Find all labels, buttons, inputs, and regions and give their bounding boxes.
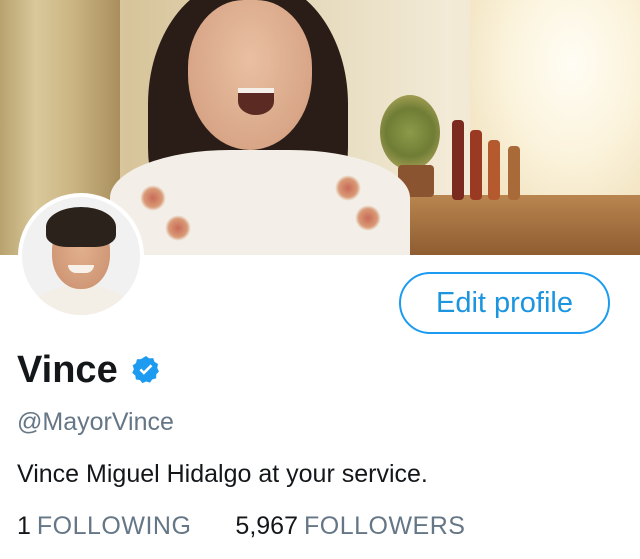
profile-page: Edit profile Vince @MayorVince Vince Mig…	[0, 0, 640, 559]
avatar-smile	[68, 265, 94, 273]
profile-handle: @MayorVince	[17, 408, 174, 436]
avatar-photo	[22, 197, 140, 315]
banner-bottle	[452, 120, 464, 200]
banner-plant	[380, 95, 440, 170]
banner-shelf	[390, 195, 640, 255]
banner-shirt-pattern	[165, 215, 191, 241]
banner-bottle	[470, 130, 482, 200]
banner-shirt-pattern	[335, 175, 361, 201]
avatar-hair	[46, 207, 116, 247]
following-stat[interactable]: 1 FOLLOWING	[17, 512, 191, 541]
following-label: FOLLOWING	[36, 512, 192, 540]
followers-count: 5,967	[235, 512, 298, 540]
verified-badge-icon	[130, 354, 162, 386]
banner-person-face	[188, 0, 312, 150]
banner-bottle	[488, 140, 500, 200]
display-name: Vince	[17, 348, 118, 391]
banner-person-mouth	[238, 88, 274, 115]
followers-stat[interactable]: 5,967 FOLLOWERS	[235, 512, 465, 541]
edit-profile-button[interactable]: Edit profile	[399, 272, 610, 334]
profile-stats: 1 FOLLOWING 5,967 FOLLOWERS	[17, 512, 509, 541]
profile-name-row: Vince	[17, 345, 162, 395]
avatar-shirt	[28, 285, 134, 315]
following-count: 1	[17, 512, 31, 540]
profile-bio: Vince Miguel Hidalgo at your service.	[17, 460, 428, 488]
banner-shirt-pattern	[355, 205, 381, 231]
followers-label: FOLLOWERS	[303, 512, 466, 540]
banner-shirt-pattern	[140, 185, 166, 211]
profile-avatar[interactable]	[18, 193, 144, 319]
banner-bottle	[508, 146, 520, 200]
